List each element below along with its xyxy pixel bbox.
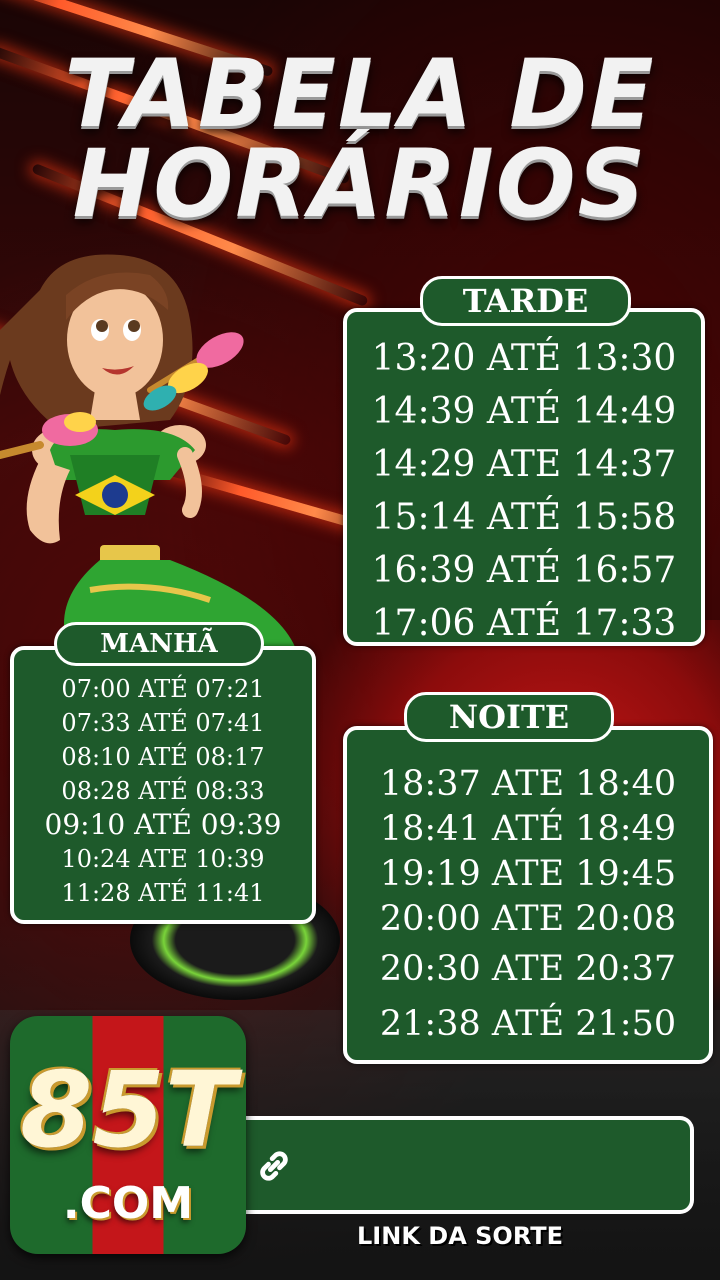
- link-label[interactable]: LINK DA SORTE: [350, 1222, 570, 1250]
- time-row: 15:14 ATÉ 15:58: [371, 497, 677, 538]
- time-row: 14:39 ATÉ 14:49: [371, 391, 677, 432]
- noite-panel: 18:37 ATE 18:40 18:41 ATÉ 18:49 19:19 AT…: [343, 726, 713, 1064]
- time-row: 13:20 ATÉ 13:30: [371, 338, 677, 379]
- time-row: 18:37 ATE 18:40: [379, 764, 677, 804]
- manha-panel: 07:00 ATÉ 07:21 07:33 ATÉ 07:41 08:10 AT…: [10, 646, 316, 924]
- time-row: 19:19 ATE 19:45: [379, 854, 677, 894]
- link-bar[interactable]: [240, 1116, 694, 1214]
- time-row: 08:28 ATÉ 08:33: [61, 777, 265, 805]
- manha-title: MANHÃ: [54, 622, 264, 666]
- brand-logo: 85T .COM: [10, 1016, 246, 1254]
- tarde-times: 13:20 ATÉ 13:30 14:39 ATÉ 14:49 14:29 AT…: [347, 332, 701, 650]
- manha-times: 07:00 ATÉ 07:21 07:33 ATÉ 07:41 08:10 AT…: [14, 672, 312, 910]
- title-line-2: HORÁRIOS: [72, 130, 648, 239]
- tarde-panel: 13:20 ATÉ 13:30 14:39 ATÉ 14:49 14:29 AT…: [343, 308, 705, 646]
- time-row: 11:28 ATÉ 11:41: [61, 879, 265, 907]
- logo-domain: .COM: [62, 1178, 194, 1229]
- time-row: 08:10 ATÉ 08:17: [61, 743, 265, 771]
- noite-times: 18:37 ATE 18:40 18:41 ATÉ 18:49 19:19 AT…: [347, 762, 709, 1047]
- noite-title: NOITE: [404, 692, 614, 742]
- time-row: 20:30 ATE 20:37: [379, 949, 677, 989]
- time-row: 09:10 ATÉ 09:39: [44, 808, 282, 841]
- time-row: 20:00 ATE 20:08: [379, 899, 677, 939]
- girl-illustration: [0, 254, 300, 670]
- time-row: 17:06 ATÉ 17:33: [371, 603, 677, 644]
- time-row: 10:24 ATE 10:39: [61, 845, 265, 873]
- time-row: 14:29 ATE 14:37: [371, 444, 677, 485]
- time-row: 21:38 ATÉ 21:50: [379, 1004, 677, 1044]
- time-row: 18:41 ATÉ 18:49: [379, 809, 677, 849]
- tarde-title: TARDE: [420, 276, 631, 326]
- logo-text: 85T: [20, 1049, 236, 1171]
- title-line-1: TABELA DE: [64, 40, 656, 149]
- time-row: 07:33 ATÉ 07:41: [61, 709, 265, 737]
- time-row: 07:00 ATÉ 07:21: [61, 675, 265, 703]
- link-icon[interactable]: [252, 1144, 296, 1188]
- time-row: 16:39 ATÉ 16:57: [371, 550, 677, 591]
